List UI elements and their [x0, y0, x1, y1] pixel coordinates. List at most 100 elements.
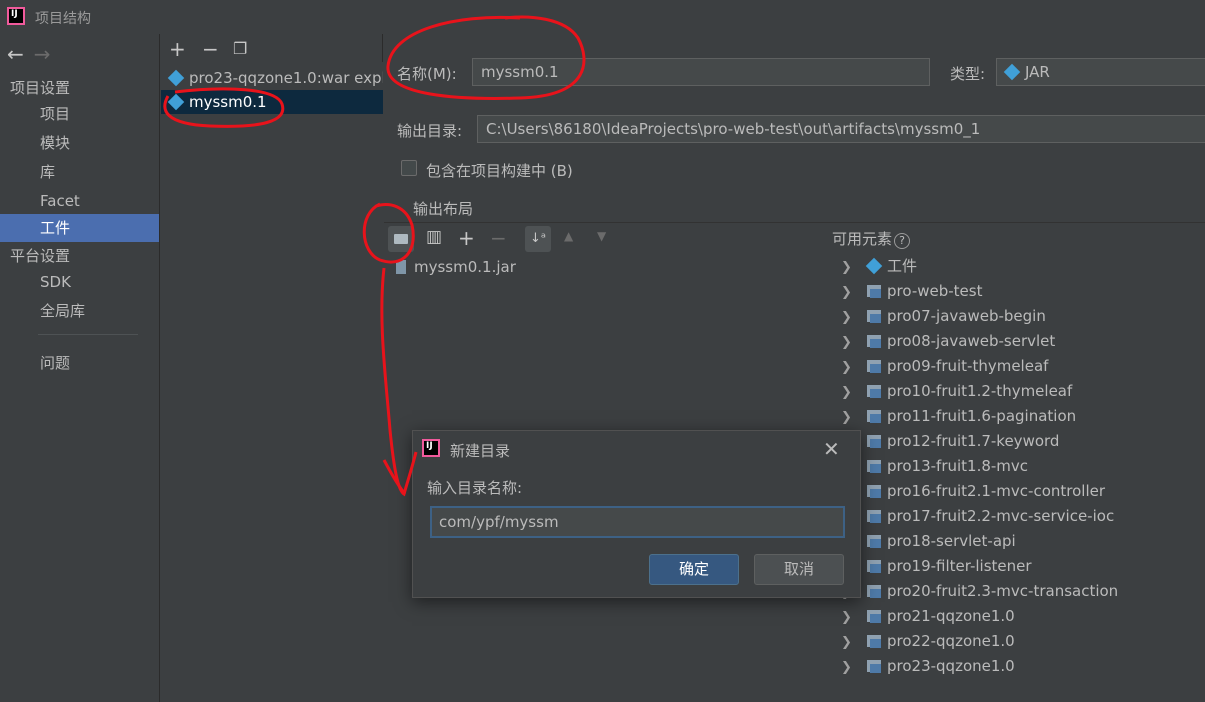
tree-item-module[interactable]: ❯pro19-filter-listener: [841, 554, 1032, 579]
artifact-icon: [167, 93, 185, 111]
back-arrow-icon[interactable]: ←: [7, 42, 24, 66]
tree-item-module[interactable]: ❯ pro-web-test: [841, 279, 982, 304]
chevron-right-icon[interactable]: ❯: [841, 655, 855, 680]
jar-icon[interactable]: ▥: [426, 227, 442, 247]
sidebar-item-libraries[interactable]: 库: [0, 158, 159, 186]
artifact-icon: [167, 69, 185, 87]
nav-arrows: ← →: [7, 42, 51, 66]
tree-item-artifacts[interactable]: ❯ 工件: [841, 254, 917, 279]
cancel-button[interactable]: 取消: [754, 554, 844, 585]
module-icon: [867, 610, 881, 623]
sidebar-item-modules[interactable]: 模块: [0, 129, 159, 157]
module-icon: [867, 635, 881, 648]
intellij-app-icon: [422, 439, 440, 457]
close-icon[interactable]: ✕: [823, 437, 840, 461]
tree-item-module[interactable]: ❯ pro22-qqzone1.0: [841, 629, 1015, 654]
sidebar-item-project[interactable]: 项目: [0, 100, 159, 128]
tree-item-module[interactable]: ❯pro20-fruit2.3-mvc-transaction: [841, 579, 1118, 604]
tree-item-label: pro10-fruit1.2-thymeleaf: [887, 382, 1073, 400]
chevron-right-icon[interactable]: ❯: [841, 305, 855, 330]
tree-item-module[interactable]: ❯pro12-fruit1.7-keyword: [841, 429, 1059, 454]
tree-item-label: pro13-fruit1.8-mvc: [887, 457, 1029, 475]
tree-item-module[interactable]: ❯ pro08-javaweb-servlet: [841, 329, 1055, 354]
module-icon: [867, 310, 881, 323]
name-field[interactable]: myssm0.1: [472, 58, 930, 86]
tree-item-label: pro23-qqzone1.0: [887, 657, 1015, 675]
tree-item-module[interactable]: ❯ pro11-fruit1.6-pagination: [841, 404, 1076, 429]
module-icon: [867, 360, 881, 373]
tree-item-label: pro08-javaweb-servlet: [887, 332, 1056, 350]
new-folder-icon[interactable]: [388, 226, 414, 252]
sort-icon[interactable]: ↓ᵃ: [525, 226, 551, 252]
chevron-right-icon[interactable]: ❯: [841, 255, 855, 280]
tree-item-label: pro22-qqzone1.0: [887, 632, 1015, 650]
tree-item-module[interactable]: ❯ pro21-qqzone1.0: [841, 604, 1015, 629]
settings-sidebar: ← → 项目设置 项目 模块 库 Facet 工件 平台设置 SDK 全局库 问题: [0, 34, 160, 702]
tree-item-module[interactable]: ❯ pro09-fruit-thymeleaf: [841, 354, 1048, 379]
jar-icon: [396, 260, 406, 274]
artifact-item-war-exploded[interactable]: pro23-qqzone1.0:war exploded: [161, 66, 383, 90]
artifact-item-myssm[interactable]: myssm0.1: [161, 90, 383, 114]
remove-icon[interactable]: −: [490, 226, 507, 250]
tree-item-label: pro20-fruit2.3-mvc-transaction: [887, 582, 1119, 600]
artifact-editor: 名称(M): myssm0.1 类型: JAR 输出目录: C:\Users\8…: [384, 34, 1205, 702]
up-icon[interactable]: ▲: [564, 229, 573, 243]
forward-arrow-icon[interactable]: →: [34, 42, 51, 66]
available-elements-title: 可用元素?: [832, 228, 911, 249]
artifact-label: pro23-qqzone1.0:war exploded: [189, 69, 383, 87]
remove-icon[interactable]: −: [202, 37, 219, 61]
tree-item-module[interactable]: ❯pro16-fruit2.1-mvc-controller: [841, 479, 1105, 504]
tree-item-label: pro12-fruit1.7-keyword: [887, 432, 1060, 450]
tree-item-module[interactable]: ❯pro18-servlet-api: [841, 529, 1016, 554]
intellij-app-icon: [7, 7, 25, 25]
output-dir-field[interactable]: C:\Users\86180\IdeaProjects\pro-web-test…: [477, 115, 1205, 143]
directory-name-input[interactable]: com/ypf/myssm: [430, 506, 845, 538]
down-icon[interactable]: ▼: [597, 229, 606, 243]
artifacts-list: pro23-qqzone1.0:war exploded myssm0.1: [161, 62, 383, 702]
chevron-right-icon[interactable]: ❯: [841, 280, 855, 305]
sidebar-item-global-libraries[interactable]: 全局库: [0, 297, 159, 325]
add-icon[interactable]: +: [169, 37, 186, 61]
module-icon: [867, 435, 881, 448]
sidebar-divider: [38, 334, 138, 335]
chevron-right-icon[interactable]: ❯: [841, 330, 855, 355]
sidebar-item-artifacts[interactable]: 工件: [0, 214, 159, 242]
tree-item-module[interactable]: ❯ pro23-qqzone1.0: [841, 654, 1015, 679]
output-layout-label: 输出布局: [413, 200, 474, 218]
chevron-right-icon[interactable]: ❯: [841, 355, 855, 380]
module-icon: [867, 560, 881, 573]
artifacts-toolbar: + − ❐: [161, 34, 383, 62]
ok-button[interactable]: 确定: [649, 554, 739, 585]
layout-item-jar[interactable]: myssm0.1.jar: [396, 258, 516, 276]
add-icon[interactable]: +: [458, 226, 475, 250]
tree-item-module[interactable]: ❯ pro10-fruit1.2-thymeleaf: [841, 379, 1072, 404]
tree-item-label: pro17-fruit2.2-mvc-service-ioc: [887, 507, 1115, 525]
sidebar-item-sdk[interactable]: SDK: [0, 268, 159, 296]
available-elements-label: 可用元素: [832, 230, 893, 248]
artifacts-panel: + − ❐ pro23-qqzone1.0:war exploded myssm…: [161, 34, 383, 702]
window-titlebar: 项目结构: [0, 0, 1205, 34]
tree-item-label: pro09-fruit-thymeleaf: [887, 357, 1049, 375]
tree-item-label: pro-web-test: [887, 282, 983, 300]
module-icon: [867, 335, 881, 348]
module-icon: [867, 535, 881, 548]
tree-item-label: pro16-fruit2.1-mvc-controller: [887, 482, 1106, 500]
sidebar-item-problems[interactable]: 问题: [0, 349, 159, 377]
type-label: 类型:: [950, 65, 986, 83]
chevron-right-icon[interactable]: ❯: [841, 405, 855, 430]
module-icon: [867, 385, 881, 398]
section-platform-settings: 平台设置: [10, 247, 71, 265]
copy-icon[interactable]: ❐: [233, 39, 247, 58]
chevron-right-icon[interactable]: ❯: [841, 380, 855, 405]
sidebar-item-facet[interactable]: Facet: [0, 187, 159, 215]
module-icon: [867, 660, 881, 673]
tree-item-module[interactable]: ❯pro13-fruit1.8-mvc: [841, 454, 1028, 479]
tree-item-module[interactable]: ❯pro17-fruit2.2-mvc-service-ioc: [841, 504, 1114, 529]
jar-type-icon: [1003, 63, 1021, 81]
help-icon[interactable]: ?: [894, 233, 911, 249]
chevron-right-icon[interactable]: ❯: [841, 630, 855, 655]
chevron-right-icon[interactable]: ❯: [841, 605, 855, 630]
tree-item-module[interactable]: ❯ pro07-javaweb-begin: [841, 304, 1046, 329]
type-select[interactable]: JAR: [996, 58, 1205, 86]
include-in-build-checkbox[interactable]: [401, 160, 417, 176]
